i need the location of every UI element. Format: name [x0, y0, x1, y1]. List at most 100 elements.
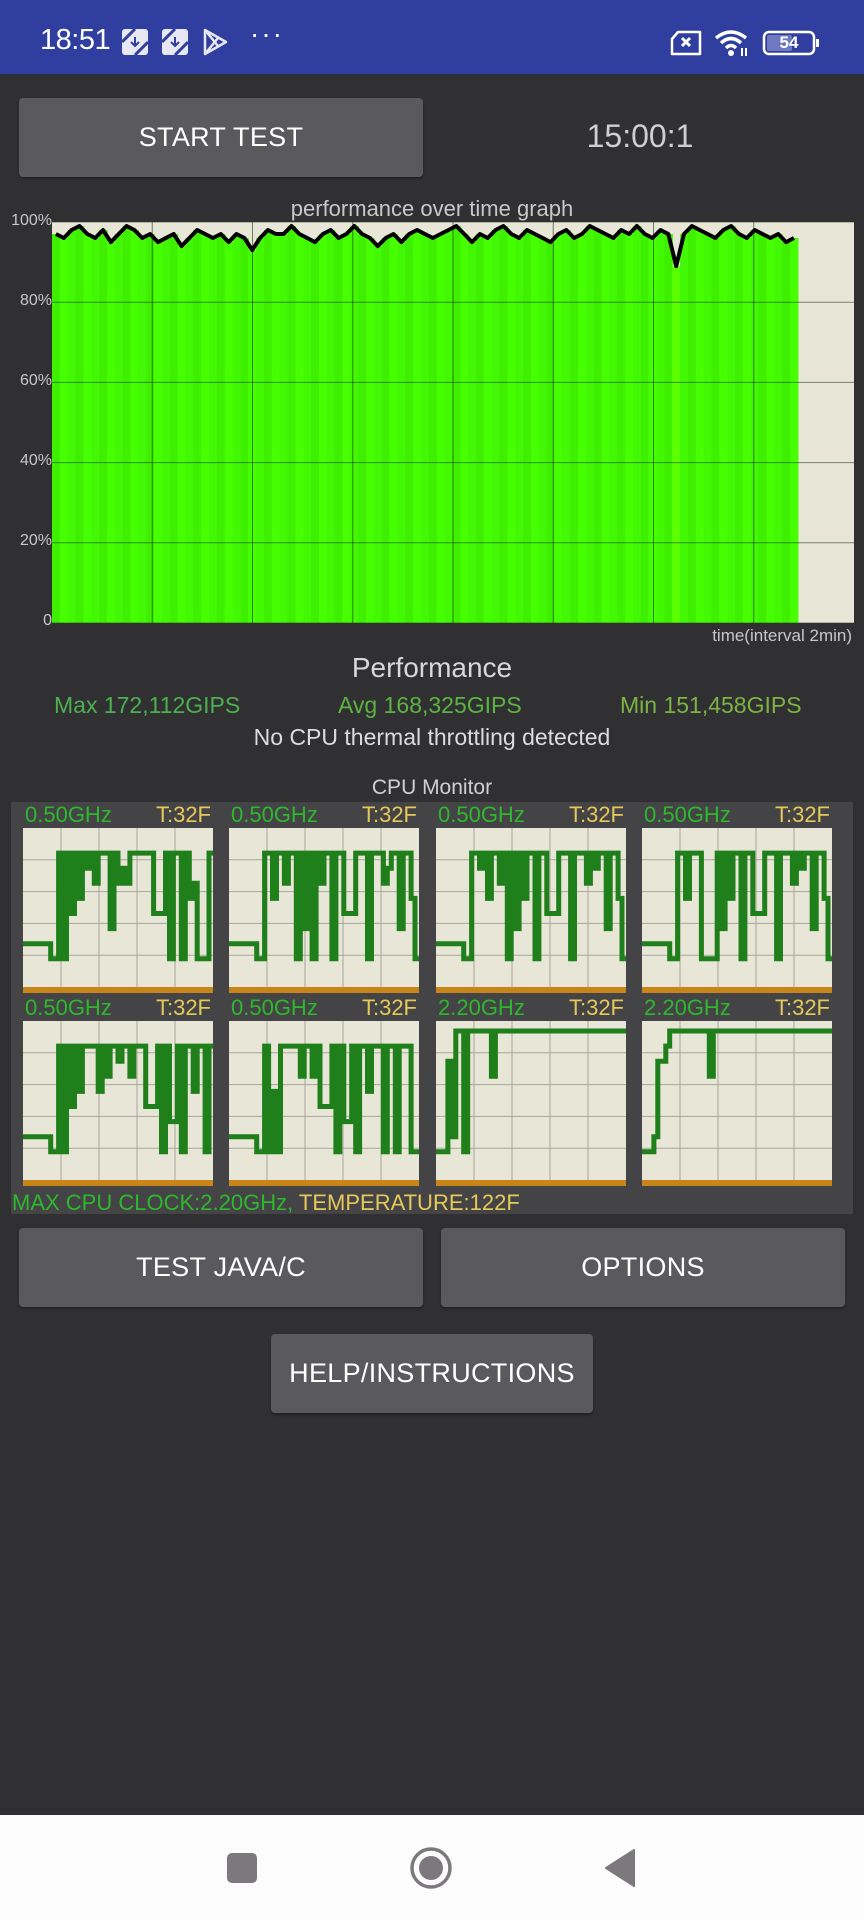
- cpu-core-header: 2.20GHz T:32F: [436, 995, 626, 1021]
- options-button[interactable]: OPTIONS: [441, 1228, 845, 1307]
- test-timer: 15:00:1: [586, 118, 694, 154]
- battery-level: 54: [779, 33, 799, 52]
- performance-bar: [570, 238, 579, 623]
- performance-bar: [52, 234, 61, 623]
- cpu-temperature: TEMPERATURE:122F: [293, 1190, 520, 1215]
- download-notification-icon: [120, 27, 150, 61]
- performance-bar: [782, 242, 791, 623]
- wifi-icon: [714, 28, 752, 63]
- performance-bar: [366, 238, 375, 623]
- performance-bar: [428, 238, 438, 623]
- performance-bar: [750, 230, 760, 623]
- performance-bar: [625, 234, 634, 623]
- performance-bar: [711, 238, 720, 623]
- cpu-core-monitor: 2.20GHz T:32F: [436, 995, 626, 1186]
- performance-graph: [52, 222, 854, 623]
- core-frequency-graph: [23, 1021, 213, 1186]
- performance-bar: [106, 242, 116, 623]
- performance-bar: [99, 230, 108, 623]
- core-frequency-graph: [229, 828, 419, 993]
- performance-bar: [562, 230, 571, 623]
- core-frequency: 2.20GHz: [644, 995, 731, 1020]
- performance-bar: [790, 238, 799, 623]
- throttling-status: No CPU thermal throttling detected: [253, 724, 611, 750]
- performance-bar: [460, 234, 469, 623]
- navigation-bar: [0, 1815, 864, 1920]
- core-frequency: 0.50GHz: [25, 802, 112, 827]
- y-tick-label: 20%: [19, 532, 52, 549]
- core-graph-baseline: [23, 987, 213, 993]
- performance-bar: [499, 226, 508, 623]
- performance-bar: [680, 234, 689, 623]
- performance-bar: [358, 234, 367, 623]
- graph-title: performance over time graph: [290, 196, 574, 221]
- performance-bar: [468, 242, 477, 623]
- core-frequency-graph: [23, 828, 213, 993]
- performance-bar: [491, 230, 501, 623]
- performance-bar: [609, 238, 618, 623]
- performance-bar: [507, 234, 516, 623]
- core-frequency: 0.50GHz: [231, 995, 318, 1020]
- core-graph-baseline: [642, 987, 832, 993]
- back-icon: [605, 1849, 635, 1887]
- core-frequency: 0.50GHz: [25, 995, 112, 1020]
- performance-bar: [554, 234, 563, 623]
- start-test-button[interactable]: START TEST: [19, 98, 423, 177]
- y-tick-label: 60%: [19, 372, 52, 389]
- performance-bar: [209, 238, 218, 623]
- performance-bar: [405, 234, 414, 623]
- avg-performance: Avg 168,325GIPS: [338, 692, 522, 718]
- performance-bar: [216, 234, 226, 623]
- performance-bar: [381, 238, 391, 623]
- help-instructions-button[interactable]: HELP/INSTRUCTIONS: [271, 1334, 593, 1413]
- performance-bar: [138, 238, 147, 623]
- home-button[interactable]: [409, 1846, 453, 1895]
- cpu-core-header: 0.50GHz T:32F: [642, 802, 832, 828]
- performance-bar: [774, 234, 783, 623]
- cpu-core-monitor: 0.50GHz T:32F: [436, 802, 626, 993]
- performance-bar: [703, 234, 713, 623]
- performance-bar: [742, 238, 752, 623]
- performance-bar: [256, 238, 265, 623]
- performance-bar: [766, 238, 775, 623]
- core-frequency-graph: [436, 1021, 626, 1186]
- core-graph-baseline: [229, 987, 419, 993]
- play-store-icon: [202, 28, 228, 61]
- home-icon: [410, 1847, 452, 1889]
- cpu-core-header: 0.50GHz T:32F: [436, 802, 626, 828]
- performance-bar: [350, 226, 359, 623]
- performance-bar: [436, 234, 446, 623]
- y-tick-label: 40%: [19, 452, 52, 469]
- cpu-core-monitor: 2.20GHz T:32F: [642, 995, 832, 1186]
- core-temperature: T:32F: [774, 802, 830, 827]
- status-bar: 18:51 ··· 54: [0, 0, 864, 74]
- performance-bar: [232, 234, 242, 623]
- test-java-c-button[interactable]: TEST JAVA/C: [19, 1228, 423, 1307]
- core-temperature: T:32F: [774, 995, 830, 1020]
- x-axis-label: time(interval 2min): [712, 626, 852, 645]
- performance-bar: [515, 238, 524, 623]
- cpu-core-header: 0.50GHz T:32F: [229, 802, 419, 828]
- max-cpu-clock: MAX CPU CLOCK:2.20GHz,: [12, 1190, 294, 1215]
- performance-bar: [546, 242, 556, 623]
- more-notifications-icon: ···: [250, 18, 284, 49]
- y-tick-label: 80%: [19, 292, 52, 309]
- back-button[interactable]: [604, 1849, 636, 1892]
- performance-bar: [444, 230, 454, 623]
- performance-bar: [483, 238, 493, 623]
- core-temperature: T:32F: [155, 802, 211, 827]
- performance-bar: [279, 234, 289, 623]
- cpu-monitor-title: CPU Monitor: [371, 776, 493, 799]
- performance-bar: [75, 226, 85, 623]
- performance-bar: [83, 234, 92, 623]
- performance-bar: [640, 234, 650, 623]
- performance-bar: [114, 234, 124, 623]
- recents-button[interactable]: [226, 1852, 258, 1889]
- performance-bar: [664, 234, 673, 623]
- core-temperature: T:32F: [568, 995, 624, 1020]
- performance-bar: [601, 234, 611, 623]
- cpu-core-monitor: 0.50GHz T:32F: [23, 802, 213, 993]
- performance-bar: [593, 230, 603, 623]
- cpu-monitor-panel: 0.50GHz T:32F 0.50GHz T:32F 0.50GHz T:32F 0.50…: [11, 802, 853, 1215]
- performance-bar: [617, 230, 626, 623]
